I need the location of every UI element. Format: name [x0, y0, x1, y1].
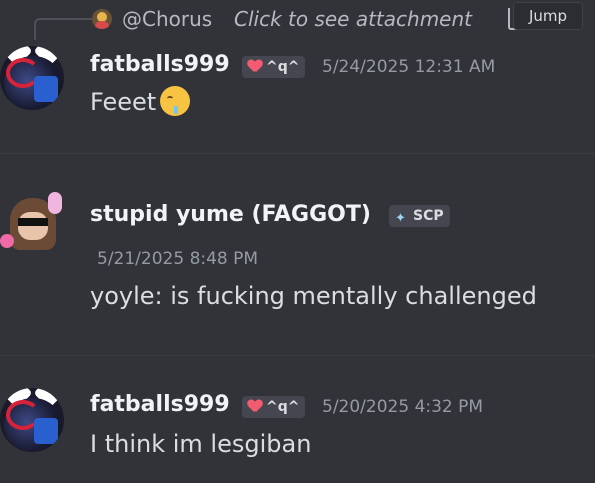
- username[interactable]: stupid yume (FAGGOT): [90, 202, 371, 227]
- timestamp[interactable]: 5/21/2025 8:48 PM: [97, 249, 258, 269]
- drooling-face-emoji: [160, 86, 191, 116]
- user-tag[interactable]: ^q^: [242, 396, 306, 418]
- user-tag[interactable]: ✦ SCP: [389, 205, 450, 227]
- username[interactable]: fatballs999: [90, 52, 230, 77]
- reply-avatar[interactable]: [92, 9, 112, 29]
- reply-reference[interactable]: @Chorus Click to see attachment: [24, 0, 584, 40]
- user-tag-label: SCP: [413, 208, 444, 224]
- message-text-content: Feeet: [90, 88, 157, 116]
- username[interactable]: fatballs999: [90, 392, 230, 417]
- avatar[interactable]: [0, 388, 64, 452]
- timestamp[interactable]: 5/24/2025 12:31 AM: [322, 57, 495, 77]
- avatar-bow: [0, 234, 14, 248]
- avatar-glasses: [18, 218, 48, 226]
- message-text: I think im lesgiban: [90, 430, 312, 458]
- avatar-face: [18, 212, 48, 240]
- reply-spine: [34, 18, 94, 40]
- user-tag-label: ^q^: [266, 399, 300, 415]
- heart-icon: [248, 400, 262, 412]
- divider: [0, 153, 595, 154]
- user-tag-label: ^q^: [266, 59, 300, 75]
- avatar-blue-mark: [34, 418, 58, 444]
- reply-author[interactable]: @Chorus: [122, 7, 212, 31]
- chat-view: @Chorus Click to see attachment Jump fat…: [0, 0, 595, 483]
- timestamp[interactable]: 5/20/2025 4:32 PM: [322, 397, 483, 417]
- message-text: yoyle: is fucking mentally challenged: [90, 282, 537, 310]
- avatar-blue-mark: [34, 76, 58, 102]
- user-tag[interactable]: ^q^: [242, 56, 306, 78]
- jump-button[interactable]: Jump: [513, 2, 583, 30]
- avatar-bunny: [48, 192, 62, 214]
- divider: [0, 355, 595, 356]
- gem-icon: ✦: [395, 211, 406, 226]
- avatar[interactable]: [0, 190, 64, 254]
- message-text: Feeet: [90, 86, 191, 118]
- reply-preview-text[interactable]: Click to see attachment: [234, 7, 472, 31]
- heart-icon: [248, 60, 262, 72]
- avatar[interactable]: [0, 46, 64, 110]
